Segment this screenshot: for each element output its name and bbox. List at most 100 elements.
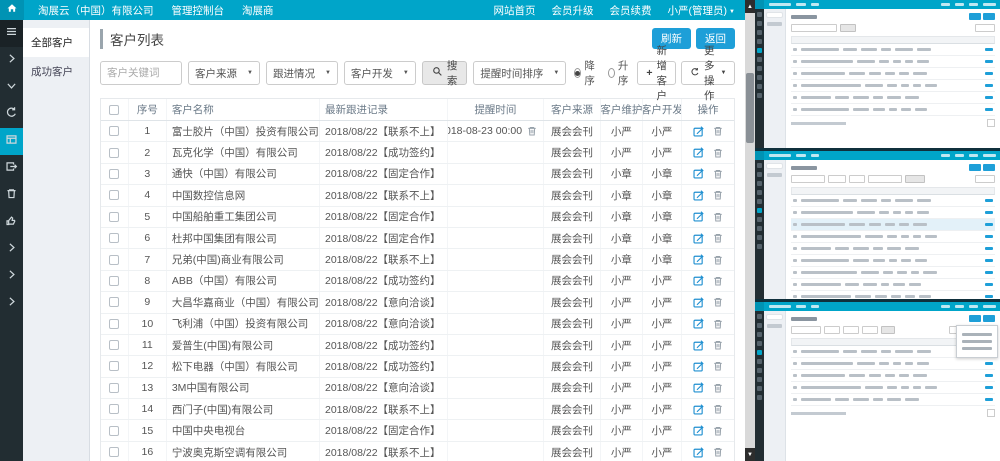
trash-icon[interactable]: [712, 254, 724, 266]
scrollbar-thumb[interactable]: [746, 73, 754, 143]
back-button[interactable]: 返回: [696, 28, 735, 49]
row-checkbox[interactable]: [109, 297, 119, 307]
mini-table-row: [791, 219, 995, 231]
user-menu[interactable]: 小严(管理员)▼: [668, 3, 735, 18]
trash-icon[interactable]: [712, 211, 724, 223]
edit-icon[interactable]: [692, 210, 705, 223]
brand-link[interactable]: 淘展商: [242, 3, 274, 18]
edit-icon[interactable]: [692, 446, 705, 459]
actions-cell: [682, 228, 734, 248]
edit-icon[interactable]: [692, 296, 705, 309]
trash-icon[interactable]: [712, 339, 724, 351]
scrollbar-track[interactable]: [745, 13, 755, 448]
clear-reminder-trash-icon[interactable]: [526, 125, 538, 137]
customer-source-select[interactable]: 客户来源▼: [188, 61, 260, 85]
select-all-checkbox[interactable]: [109, 105, 119, 115]
trash-icon[interactable]: [712, 125, 724, 137]
scroll-down-button[interactable]: ▼: [745, 448, 755, 461]
sidebar-item-thumbs-up-7[interactable]: [0, 209, 23, 236]
trash-icon[interactable]: [712, 403, 724, 415]
edit-icon[interactable]: [692, 232, 705, 245]
edit-icon[interactable]: [692, 189, 705, 202]
row-checkbox[interactable]: [109, 447, 119, 457]
reminder-sort-select[interactable]: 提醒时间排序▼: [473, 61, 566, 85]
follow-status-select[interactable]: 跟进情况▼: [266, 61, 338, 85]
member-renew-link[interactable]: 会员续费: [610, 3, 652, 18]
more-actions-button[interactable]: 更多操作▼: [681, 61, 735, 85]
edit-icon[interactable]: [692, 424, 705, 437]
customer-developer: 小严: [643, 121, 682, 141]
row-checkbox[interactable]: [109, 383, 119, 393]
trash-icon[interactable]: [712, 318, 724, 330]
edit-icon[interactable]: [692, 253, 705, 266]
edit-icon[interactable]: [692, 403, 705, 416]
member-upgrade-link[interactable]: 会员升级: [552, 3, 594, 18]
row-checkbox[interactable]: [109, 276, 119, 286]
row-checkbox[interactable]: [109, 319, 119, 329]
row-checkbox[interactable]: [109, 190, 119, 200]
sort-desc-radio[interactable]: 降序: [574, 58, 598, 88]
actions-cell: [682, 335, 734, 355]
actions-cell: [682, 399, 734, 419]
reminder-cell: [448, 271, 544, 291]
sidebar-item-1[interactable]: 成功客户: [23, 57, 89, 86]
row-checkbox[interactable]: [109, 126, 119, 136]
trash-icon[interactable]: [712, 147, 724, 159]
trash-icon[interactable]: [712, 425, 724, 437]
row-checkbox[interactable]: [109, 233, 119, 243]
sidebar-item-chevron-right-1[interactable]: [0, 47, 23, 74]
sidebar-item-logout-5[interactable]: [0, 155, 23, 182]
edit-icon[interactable]: [692, 146, 705, 159]
keyword-input[interactable]: [100, 61, 182, 85]
mini-open-dropdown-menu: [956, 325, 998, 358]
preview-thumbnail-2[interactable]: [755, 151, 1000, 302]
row-checkbox[interactable]: [109, 148, 119, 158]
preview-thumbnail-3[interactable]: [755, 302, 1000, 461]
add-customer-button[interactable]: +新增客户: [637, 61, 676, 85]
row-checkbox[interactable]: [109, 404, 119, 414]
mini-table-row: [791, 382, 995, 394]
row-checkbox[interactable]: [109, 255, 119, 265]
edit-icon[interactable]: [692, 360, 705, 373]
row-checkbox[interactable]: [109, 426, 119, 436]
trash-icon[interactable]: [712, 296, 724, 308]
trash-icon[interactable]: [712, 275, 724, 287]
sidebar-item-0[interactable]: 全部客户: [23, 28, 89, 57]
sidebar-item-chevron-right-9[interactable]: [0, 263, 23, 290]
trash-icon[interactable]: [712, 168, 724, 180]
trash-icon[interactable]: [712, 360, 724, 372]
console-link[interactable]: 管理控制台: [172, 3, 225, 18]
sidebar-item-chevron-right-10[interactable]: [0, 290, 23, 317]
edit-icon[interactable]: [692, 125, 705, 138]
trash-icon[interactable]: [712, 446, 724, 458]
edit-icon[interactable]: [692, 167, 705, 180]
menu-icon: [5, 25, 18, 43]
sidebar-item-chevron-right-8[interactable]: [0, 236, 23, 263]
search-button[interactable]: 搜索: [422, 61, 468, 85]
customer-develop-select[interactable]: 客户开发▼: [344, 61, 416, 85]
home-button[interactable]: [0, 0, 24, 20]
sidebar-item-undo-3[interactable]: [0, 101, 23, 128]
edit-icon[interactable]: [692, 339, 705, 352]
sidebar-item-trash-6[interactable]: [0, 182, 23, 209]
sidebar-item-menu-0[interactable]: [0, 20, 23, 47]
row-checkbox[interactable]: [109, 212, 119, 222]
preview-thumbnail-1[interactable]: [755, 0, 1000, 151]
edit-icon[interactable]: [692, 381, 705, 394]
scroll-up-button[interactable]: ▲: [745, 0, 755, 13]
row-checkbox[interactable]: [109, 361, 119, 371]
company-name-link[interactable]: 淘展云（中国）有限公司: [38, 3, 154, 18]
row-checkbox[interactable]: [109, 169, 119, 179]
edit-icon[interactable]: [692, 317, 705, 330]
row-checkbox[interactable]: [109, 340, 119, 350]
site-home-link[interactable]: 网站首页: [494, 3, 536, 18]
edit-icon[interactable]: [692, 274, 705, 287]
sidebar-item-table-4[interactable]: [0, 128, 23, 155]
sidebar-item-chevron-down-2[interactable]: [0, 74, 23, 101]
mini-edit-icon: [985, 283, 993, 286]
trash-icon[interactable]: [712, 232, 724, 244]
mini-table-row: [791, 44, 995, 56]
trash-icon[interactable]: [712, 382, 724, 394]
trash-icon[interactable]: [712, 189, 724, 201]
sort-asc-radio[interactable]: 升序: [608, 58, 632, 88]
